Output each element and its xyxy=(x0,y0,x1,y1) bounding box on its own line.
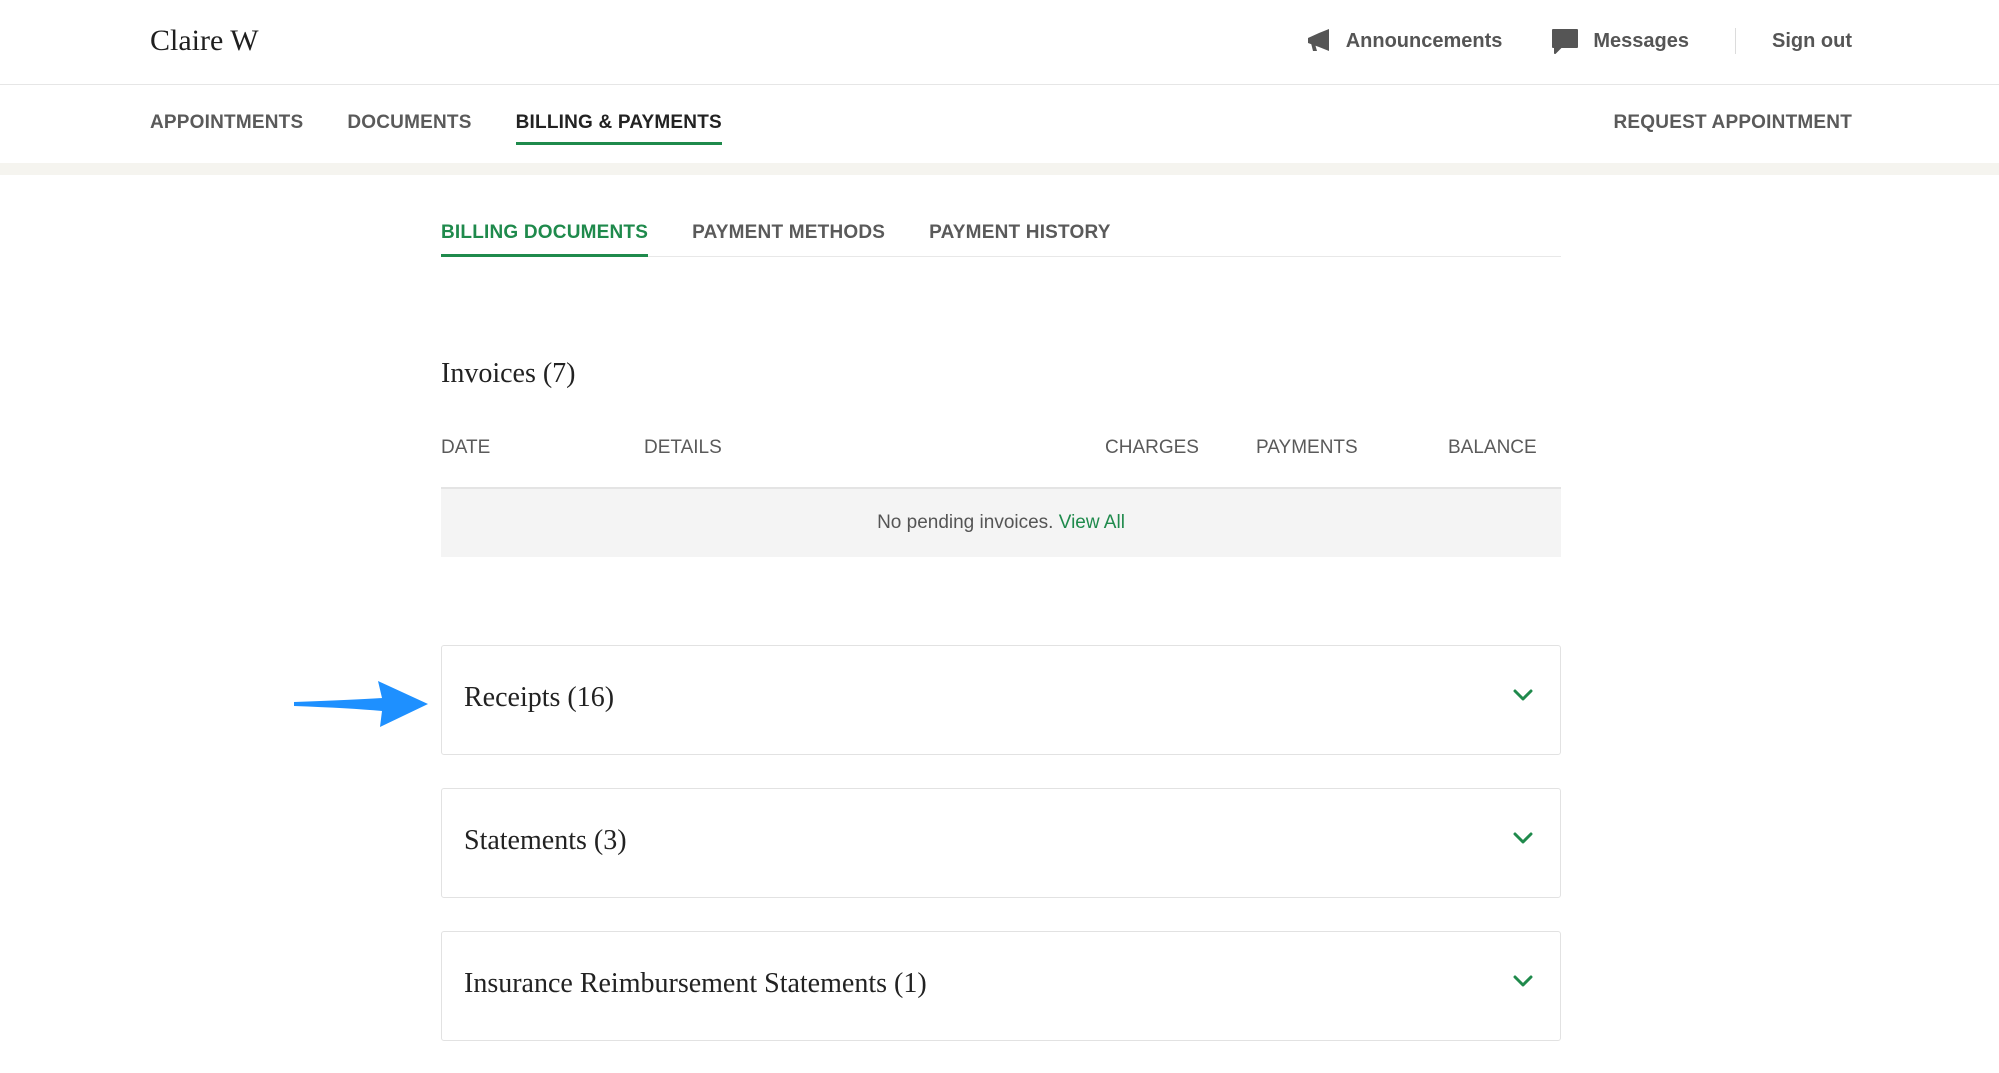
column-balance: BALANCE xyxy=(1448,437,1537,458)
tab-payment-methods[interactable]: PAYMENT METHODS xyxy=(692,222,885,257)
nav-divider-band xyxy=(0,163,1999,175)
insurance-statements-title: Insurance Reimbursement Statements (1) xyxy=(464,968,927,999)
messages-link[interactable]: Messages xyxy=(1550,27,1689,55)
announcements-link[interactable]: Announcements xyxy=(1305,27,1503,55)
messages-label: Messages xyxy=(1593,29,1690,52)
billing-subtabs: BILLING DOCUMENTS PAYMENT METHODS PAYMEN… xyxy=(441,222,1561,257)
chevron-down-icon xyxy=(1513,689,1533,701)
top-actions: Announcements Messages Sign out xyxy=(1257,24,1852,58)
tab-payment-history[interactable]: PAYMENT HISTORY xyxy=(929,222,1110,257)
arrow-right-icon xyxy=(294,681,428,727)
invoices-heading: Invoices (7) xyxy=(441,358,576,389)
statements-title: Statements (3) xyxy=(464,825,627,856)
header-divider xyxy=(1735,28,1737,54)
column-payments: PAYMENTS xyxy=(1256,437,1358,458)
chevron-down-icon xyxy=(1513,975,1533,987)
empty-message: No pending invoices. xyxy=(877,512,1054,533)
view-all-link[interactable]: View All xyxy=(1059,512,1125,533)
statements-accordion[interactable]: Statements (3) xyxy=(441,788,1561,898)
megaphone-icon xyxy=(1307,29,1329,51)
invoices-table-header: DATE DETAILS CHARGES PAYMENTS BALANCE xyxy=(441,437,1561,489)
column-details: DETAILS xyxy=(644,437,722,458)
user-name: Claire W xyxy=(150,24,259,57)
top-header: Claire W Announcements Messages Sign out xyxy=(0,0,1999,85)
column-charges: CHARGES xyxy=(1105,437,1199,458)
nav-documents[interactable]: DOCUMENTS xyxy=(347,112,471,145)
sign-out-link[interactable]: Sign out xyxy=(1772,30,1852,53)
chevron-down-icon xyxy=(1513,832,1533,844)
nav-billing-payments[interactable]: BILLING & PAYMENTS xyxy=(515,112,722,145)
receipts-accordion[interactable]: Receipts (16) xyxy=(441,645,1561,755)
nav-appointments[interactable]: APPOINTMENTS xyxy=(150,112,303,145)
chat-bubble-icon xyxy=(1552,29,1579,54)
announcements-label: Announcements xyxy=(1345,29,1503,52)
invoices-empty-row: No pending invoices. View All xyxy=(441,489,1561,557)
receipts-title: Receipts (16) xyxy=(464,682,615,713)
column-date: DATE xyxy=(441,437,491,458)
insurance-statements-accordion[interactable]: Insurance Reimbursement Statements (1) xyxy=(441,931,1561,1041)
request-appointment-link[interactable]: REQUEST APPOINTMENT xyxy=(1614,112,1853,134)
tab-billing-documents[interactable]: BILLING DOCUMENTS xyxy=(441,222,649,257)
main-nav: APPOINTMENTS DOCUMENTS BILLING & PAYMENT… xyxy=(0,85,1999,165)
